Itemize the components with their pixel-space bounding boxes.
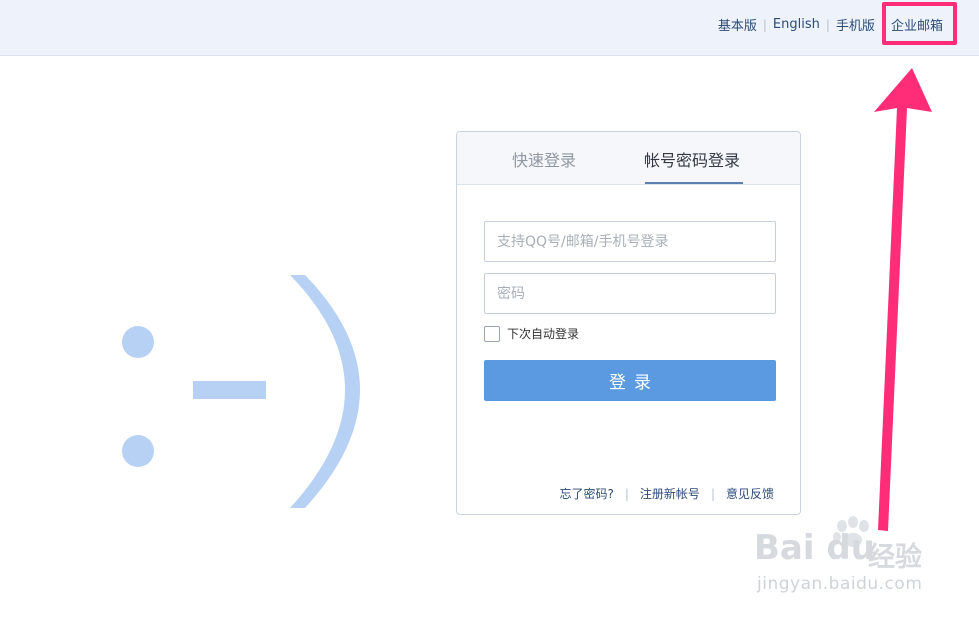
- basic-version-link[interactable]: 基本版: [718, 15, 757, 34]
- watermark-brand: Bai du: [754, 528, 875, 568]
- smiley-emoticon-icon: [122, 275, 360, 508]
- highlight-box: [882, 2, 957, 45]
- login-panel: 快速登录 帐号密码登录 下次自动登录 登录 忘了密码? | 注册新帐号 | 意见…: [456, 131, 801, 515]
- remember-me-label[interactable]: 下次自动登录: [507, 325, 579, 342]
- login-button[interactable]: 登录: [484, 360, 776, 401]
- tab-quick-login[interactable]: 快速登录: [512, 147, 576, 171]
- top-bar: 基本版 | English | 手机版 | 企业邮箱: [0, 0, 979, 56]
- watermark-brand-cn: 经验: [868, 542, 922, 573]
- username-input[interactable]: [484, 221, 776, 262]
- remember-me: 下次自动登录: [484, 325, 579, 342]
- tab-account-password-login[interactable]: 帐号密码登录: [644, 147, 740, 171]
- separator: |: [624, 486, 629, 501]
- pointer-arrow-icon: [874, 68, 932, 531]
- separator: |: [762, 17, 767, 32]
- english-link[interactable]: English: [773, 17, 820, 32]
- active-tab-indicator: [645, 182, 743, 184]
- login-tabs: 快速登录 帐号密码登录: [457, 132, 800, 185]
- separator: |: [825, 17, 830, 32]
- separator: |: [710, 486, 715, 501]
- remember-me-checkbox[interactable]: [484, 325, 500, 342]
- feedback-link[interactable]: 意见反馈: [726, 485, 774, 502]
- page: 基本版 | English | 手机版 | 企业邮箱 快速登录 帐号密码登录 下…: [0, 0, 979, 617]
- watermark-url: jingyan.baidu.com: [757, 574, 923, 594]
- login-footer-links: 忘了密码? | 注册新帐号 | 意见反馈: [560, 485, 775, 502]
- password-input[interactable]: [484, 273, 776, 314]
- forgot-password-link[interactable]: 忘了密码?: [560, 485, 614, 502]
- register-link[interactable]: 注册新帐号: [640, 485, 700, 502]
- mobile-version-link[interactable]: 手机版: [836, 15, 875, 34]
